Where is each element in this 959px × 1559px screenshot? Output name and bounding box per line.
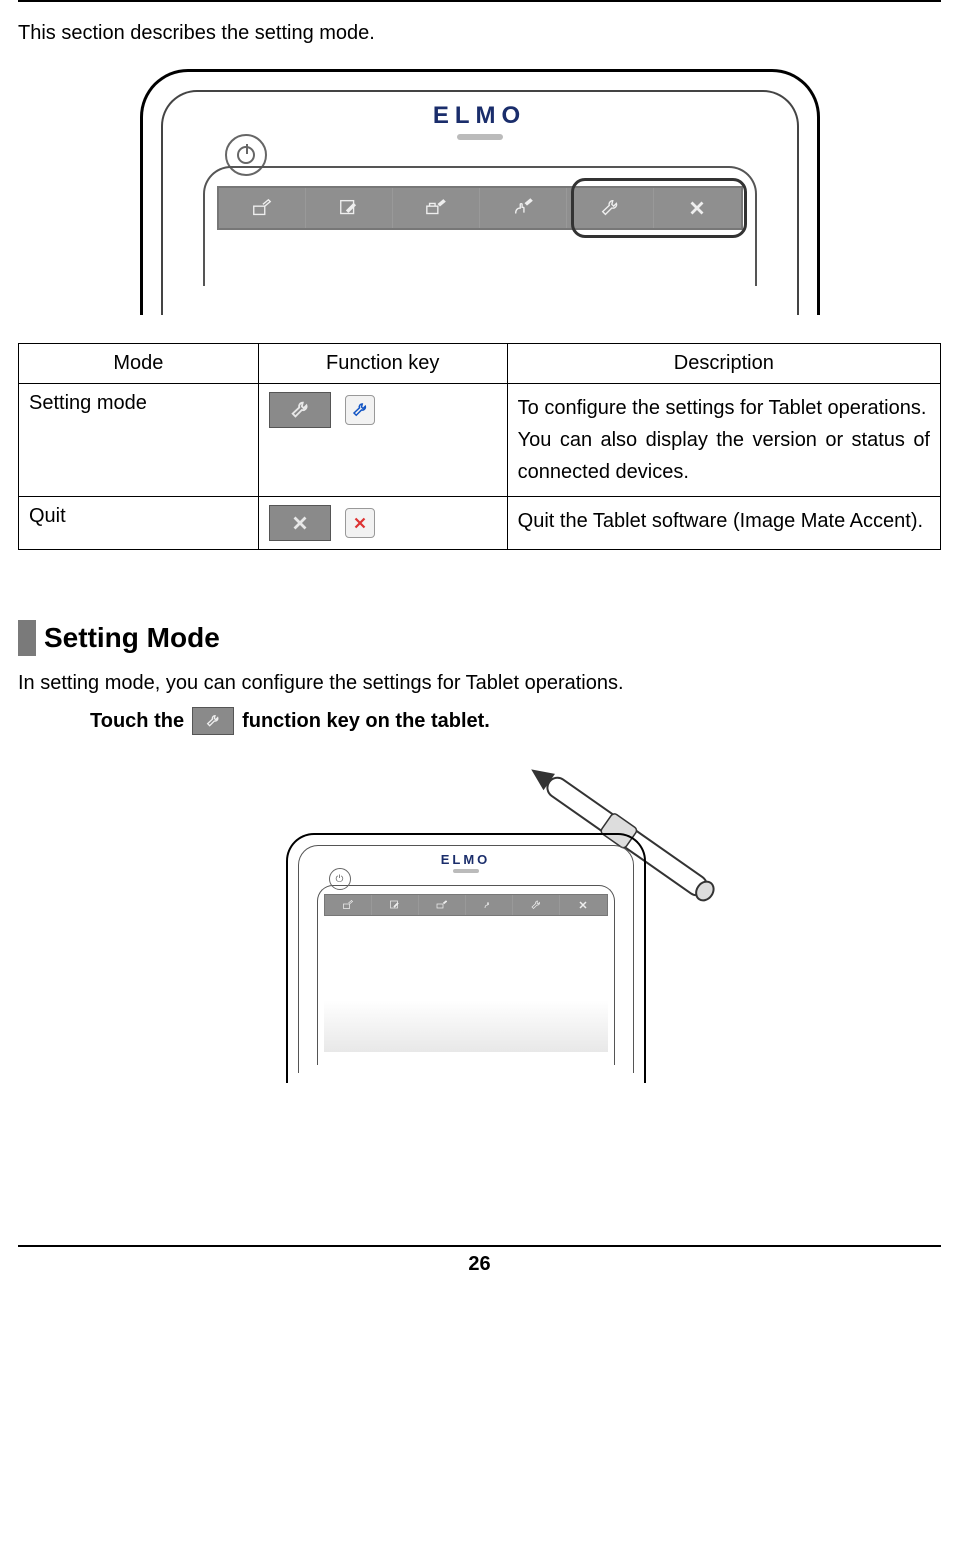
wrench-key-light <box>345 395 375 425</box>
cell-fnkey-setting <box>258 384 507 497</box>
fnkey-1 <box>219 188 306 228</box>
intro-text: This section describes the setting mode. <box>18 22 941 45</box>
top-rule <box>18 0 941 2</box>
cell-mode: Setting mode <box>19 384 259 497</box>
fnkey-3 <box>393 188 480 228</box>
heading-bar-icon <box>18 620 36 656</box>
close-key-light <box>345 508 375 538</box>
bottom-rule <box>18 1245 941 1247</box>
fnkey-2 <box>372 895 419 915</box>
tablet-figure-large: ELMO <box>140 69 820 315</box>
close-icon <box>351 514 369 532</box>
section-body: In setting mode, you can configure the s… <box>18 672 941 695</box>
brand-logo-small: ELMO <box>317 852 615 867</box>
cell-fnkey-quit <box>258 497 507 550</box>
table-row: Setting mode To configure the settings f… <box>19 384 941 497</box>
tablet-active-area <box>324 922 608 1052</box>
wrench-icon <box>351 401 369 419</box>
fnkey-4 <box>480 188 567 228</box>
close-icon <box>289 512 311 534</box>
cell-desc: To configure the settings for Tablet ope… <box>507 384 940 497</box>
section-title: Setting Mode <box>44 622 220 654</box>
function-key-row <box>217 186 743 230</box>
table-header-row: Mode Function key Description <box>19 344 941 384</box>
table-row: Quit Quit the Tablet software (Image Mat… <box>19 497 941 550</box>
instruction-part-b: function key on the tablet. <box>242 710 490 733</box>
tablet-figure-small: ELMO ⏻ <box>240 755 720 1095</box>
section-heading: Setting Mode <box>18 620 941 656</box>
page-number: 26 <box>18 1253 941 1286</box>
cell-desc: Quit the Tablet software (Image Mate Acc… <box>507 497 940 550</box>
wrench-icon <box>204 713 222 729</box>
fnkey-2 <box>306 188 393 228</box>
cell-mode: Quit <box>19 497 259 550</box>
instruction-line: Touch the function key on the tablet. <box>90 707 941 735</box>
hand-pen-icon <box>510 197 536 219</box>
edit-icon <box>336 197 362 219</box>
fnkey-wrench <box>567 188 654 228</box>
fnkey-3 <box>419 895 466 915</box>
wrench-icon <box>597 197 623 219</box>
tablet-pen-icon <box>249 197 275 219</box>
th-fnkey: Function key <box>258 344 507 384</box>
brand-logo: ELMO <box>203 102 757 130</box>
close-key-dark <box>269 505 331 541</box>
fnkey-close <box>560 895 606 915</box>
fnkey-4 <box>466 895 513 915</box>
wrench-key-dark <box>269 392 331 428</box>
power-icon <box>237 146 255 164</box>
th-desc: Description <box>507 344 940 384</box>
wrench-key-inline <box>192 707 234 735</box>
instruction-part-a: Touch the <box>90 710 184 733</box>
fnkey-close <box>654 188 740 228</box>
fnkey-wrench <box>513 895 560 915</box>
camera-pen-icon <box>423 197 449 219</box>
fnkey-1 <box>325 895 372 915</box>
modes-table: Mode Function key Description Setting mo… <box>18 343 941 550</box>
power-button-small: ⏻ <box>329 868 351 890</box>
th-mode: Mode <box>19 344 259 384</box>
close-icon <box>684 197 710 219</box>
wrench-icon <box>289 399 311 421</box>
function-key-row-small <box>324 894 608 916</box>
